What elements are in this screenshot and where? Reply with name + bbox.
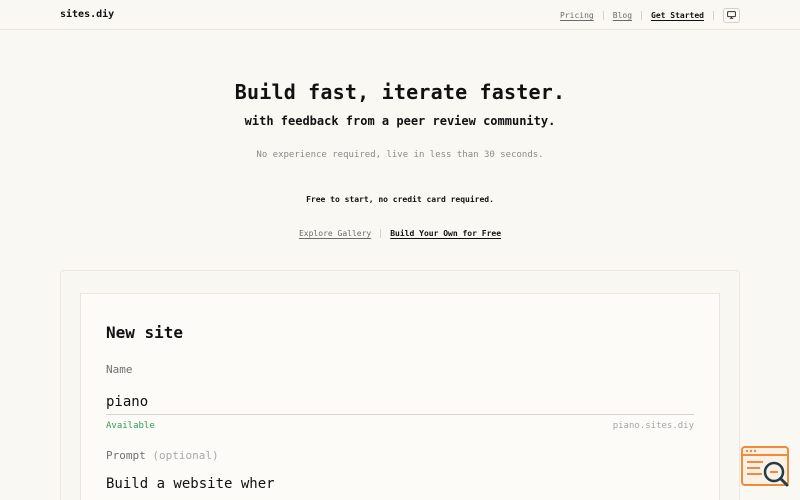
domain-preview: piano.sites.diy [612, 421, 694, 431]
build-your-own-link[interactable]: Build Your Own for Free [390, 229, 501, 238]
search-window-icon [741, 446, 789, 487]
hero-title: Build fast, iterate faster. [234, 80, 566, 104]
hero-description: No experience required, live in less tha… [256, 150, 544, 160]
display-toggle-button[interactable] [723, 7, 740, 23]
floating-feedback-widget[interactable] [740, 445, 792, 489]
site-name-input[interactable] [106, 389, 694, 415]
nav-divider [602, 10, 604, 20]
free-start-note: Free to start, no credit card required. [306, 195, 494, 204]
top-navigation-bar: sites.diy Pricing Blog Get Started [0, 0, 800, 30]
explore-gallery-link[interactable]: Explore Gallery [299, 229, 371, 238]
new-site-title: New site [106, 323, 184, 342]
cta-divider [380, 229, 382, 238]
monitor-icon [727, 11, 736, 19]
nav-divider [713, 10, 714, 20]
site-logo[interactable]: sites.diy [60, 9, 114, 20]
hero-cta-links: Explore Gallery Build Your Own for Free [0, 229, 800, 238]
prompt-label-text: Prompt [106, 449, 146, 462]
availability-status: Available [106, 421, 155, 431]
nav-link-get-started[interactable]: Get Started [651, 11, 704, 20]
main-nav: Pricing Blog Get Started [560, 7, 740, 23]
hero-subtitle: with feedback from a peer review communi… [244, 114, 556, 128]
nav-link-blog[interactable]: Blog [613, 11, 632, 20]
nav-link-pricing[interactable]: Pricing [560, 11, 594, 20]
prompt-optional-hint: (optional) [152, 449, 219, 462]
prompt-field-label: Prompt (optional) [106, 449, 219, 462]
name-field-label: Name [106, 363, 133, 376]
prompt-textarea[interactable]: Build a website wher [106, 476, 694, 498]
nav-divider [641, 10, 643, 20]
